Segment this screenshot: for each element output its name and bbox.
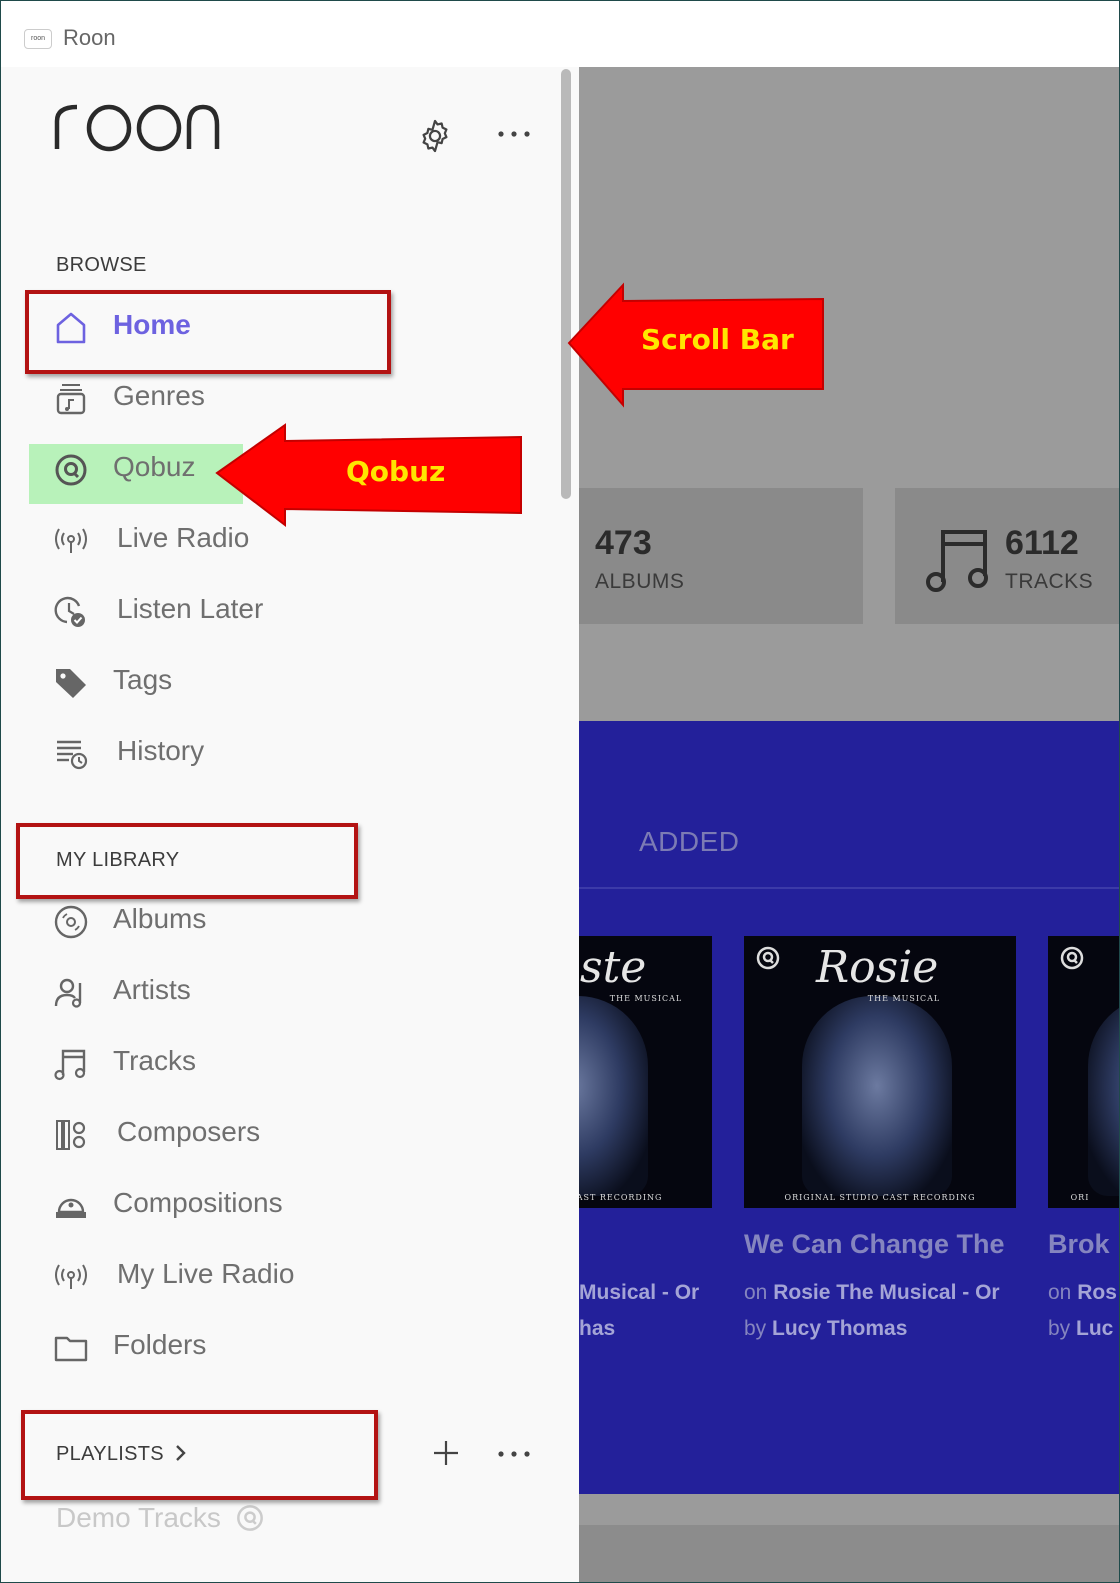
divider bbox=[579, 887, 1119, 889]
sidebar-item-label: Compositions bbox=[113, 1187, 283, 1218]
track-album-line[interactable]: on Ros bbox=[1048, 1281, 1117, 1305]
track-title[interactable]: Brok bbox=[1048, 1229, 1110, 1260]
sidebar-item-label: Artists bbox=[113, 974, 191, 1005]
sidebar-item-artists[interactable]: Artists bbox=[31, 963, 511, 1019]
qobuz-icon bbox=[55, 454, 87, 486]
sidebar-item-listen-later[interactable]: Listen Later bbox=[31, 582, 511, 638]
track-title[interactable]: We Can Change The bbox=[744, 1229, 1005, 1260]
radio-icon bbox=[55, 528, 87, 553]
album-icon bbox=[54, 905, 88, 939]
cover-title: ste bbox=[580, 942, 647, 993]
sidebar-item-history[interactable]: History bbox=[31, 724, 511, 780]
recently-added-panel: ADDED ste THE MUSICAL CAST RECORDING Mus… bbox=[579, 721, 1119, 1494]
tracks-count: 6112 bbox=[1005, 524, 1079, 562]
radio-icon bbox=[55, 1264, 87, 1289]
history-icon bbox=[57, 740, 88, 770]
sidebar-item-label: History bbox=[117, 735, 205, 766]
title-bar: roon Roon bbox=[1, 1, 1119, 67]
qobuz-icon[interactable] bbox=[756, 946, 780, 970]
app-window: roon Roon 473 ALBUMS 6112 TRACKS ADDED s… bbox=[0, 0, 1120, 1583]
track-artist-line[interactable]: by Lucy Thomas bbox=[744, 1317, 907, 1341]
cover-bottom-text: ORIGINAL STUDIO CAST RECORDING bbox=[784, 1193, 976, 1202]
sidebar-item-label: Composers bbox=[117, 1116, 261, 1147]
bottom-strip bbox=[579, 1525, 1119, 1582]
cover-portrait bbox=[1088, 996, 1119, 1196]
qobuz-icon bbox=[236, 1505, 263, 1531]
sidebar-item-label: Tracks bbox=[113, 1045, 196, 1076]
artist-icon bbox=[54, 978, 82, 1008]
qobuz-icon[interactable] bbox=[1060, 946, 1084, 970]
track-album-line[interactable]: on Rosie The Musical - Or bbox=[744, 1281, 1000, 1305]
annotation-box-home bbox=[25, 290, 391, 374]
tracks-stat-card[interactable]: 6112 TRACKS bbox=[895, 488, 1119, 624]
playlist-item-demo-tracks[interactable]: Demo Tracks bbox=[56, 1502, 265, 1534]
sidebar-item-label: Genres bbox=[113, 380, 205, 411]
track-album-line[interactable]: Musical - Or bbox=[579, 1281, 699, 1305]
sidebar-item-albums[interactable]: Albums bbox=[31, 892, 511, 948]
albums-stat-card[interactable]: 473 ALBUMS bbox=[579, 488, 863, 624]
sidebar-item-compositions[interactable]: Compositions bbox=[31, 1176, 511, 1232]
window-title: Roon bbox=[63, 25, 116, 50]
sidebar-item-label: Folders bbox=[113, 1329, 207, 1360]
roon-logo bbox=[53, 97, 223, 158]
music-note-icon bbox=[926, 530, 988, 592]
listen-later-icon bbox=[54, 596, 85, 627]
more-icon[interactable] bbox=[495, 1447, 533, 1461]
sidebar-item-folders[interactable]: Folders bbox=[31, 1318, 511, 1374]
cover-subtitle: THE MUSICAL bbox=[867, 994, 941, 1003]
cover-portrait bbox=[579, 996, 648, 1196]
music-note-icon bbox=[54, 1049, 86, 1081]
albums-label: ALBUMS bbox=[595, 570, 685, 593]
tracks-label: TRACKS bbox=[1005, 570, 1094, 593]
added-section-label[interactable]: ADDED bbox=[639, 826, 740, 858]
sidebar-item-label: Listen Later bbox=[117, 593, 264, 624]
playlist-item-label: Demo Tracks bbox=[56, 1502, 221, 1533]
cover-bottom-text: ORI bbox=[1070, 1193, 1090, 1202]
cover-bottom-text: CAST RECORDING bbox=[579, 1193, 663, 1202]
albums-count: 473 bbox=[595, 524, 652, 562]
sidebar-item-label: Qobuz bbox=[113, 451, 196, 482]
annotation-box-my-library bbox=[16, 823, 358, 899]
sidebar-item-tags[interactable]: Tags bbox=[31, 653, 511, 709]
genres-icon bbox=[56, 384, 86, 415]
track-artist-line[interactable]: has bbox=[579, 1317, 615, 1341]
album-cover[interactable]: ste THE MUSICAL CAST RECORDING bbox=[579, 936, 712, 1208]
browse-header: BROWSE bbox=[56, 254, 147, 276]
cover-subtitle: THE MUSICAL bbox=[609, 994, 683, 1003]
cover-title: Rosie bbox=[816, 942, 939, 993]
album-cover[interactable]: Rosie THE MUSICAL ORIGINAL STUDIO CAST R… bbox=[744, 936, 1016, 1208]
sidebar-item-genres[interactable]: Genres bbox=[31, 369, 511, 425]
annotation-box-playlists bbox=[21, 1410, 378, 1500]
sidebar-item-tracks[interactable]: Tracks bbox=[31, 1034, 511, 1090]
annotation-label-scroll-bar: Scroll Bar bbox=[641, 323, 794, 356]
tag-icon bbox=[56, 669, 86, 698]
annotation-label-qobuz: Qobuz bbox=[346, 455, 446, 488]
composition-icon bbox=[56, 1198, 86, 1218]
sidebar-item-label: Tags bbox=[113, 664, 173, 695]
sidebar-item-my-live-radio[interactable]: My Live Radio bbox=[31, 1247, 511, 1303]
album-cover[interactable]: ORI bbox=[1048, 936, 1119, 1208]
plus-icon[interactable] bbox=[432, 1439, 460, 1467]
sidebar-item-label: Albums bbox=[113, 903, 207, 934]
gear-icon[interactable] bbox=[416, 117, 454, 155]
sidebar-item-composers[interactable]: Composers bbox=[31, 1105, 511, 1161]
composer-icon bbox=[56, 1120, 86, 1150]
sidebar-item-label: My Live Radio bbox=[117, 1258, 295, 1289]
more-icon[interactable] bbox=[495, 127, 533, 141]
cover-portrait bbox=[802, 996, 952, 1196]
track-artist-line[interactable]: by Luc bbox=[1048, 1317, 1113, 1341]
folder-icon bbox=[54, 1336, 88, 1362]
app-icon: roon bbox=[24, 29, 52, 49]
